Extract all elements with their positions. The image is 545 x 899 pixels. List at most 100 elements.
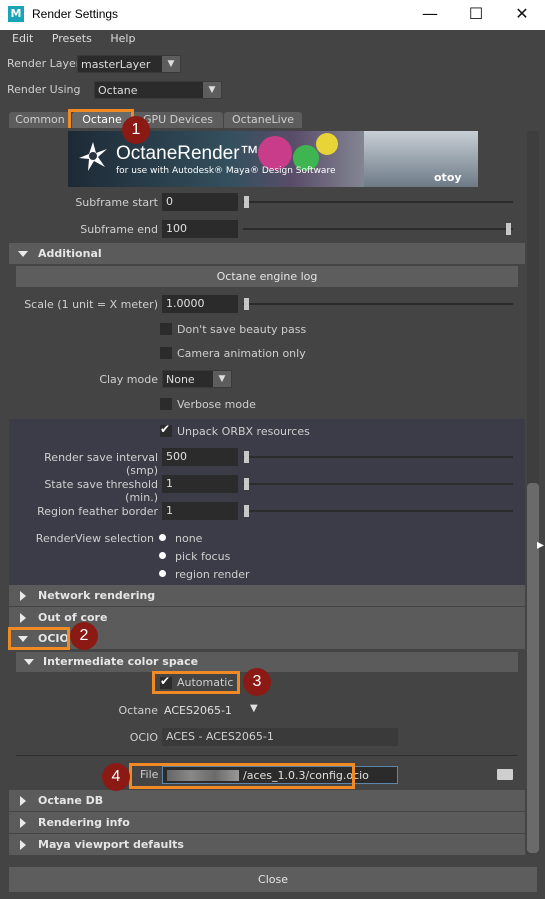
highlight-ocio bbox=[8, 627, 70, 650]
subframe-end-slider-handle[interactable] bbox=[506, 223, 511, 235]
region-feather-border-slider[interactable] bbox=[243, 510, 513, 512]
ocio-color-field[interactable]: ACES - ACES2065-1 bbox=[162, 728, 398, 746]
verbose-mode-checkbox[interactable] bbox=[160, 398, 172, 410]
render-using-dropdown[interactable]: Octane ▼ bbox=[94, 81, 222, 99]
section-intermediate-color-space[interactable]: Intermediate color space bbox=[16, 652, 518, 672]
title-bar: M Render Settings — ☐ ✕ bbox=[0, 0, 545, 30]
annotation-badge-1: 1 bbox=[122, 116, 150, 144]
radio-pick-focus-label: pick focus bbox=[175, 550, 231, 563]
scale-slider[interactable] bbox=[243, 303, 513, 305]
camera-anim-only-checkbox[interactable] bbox=[160, 347, 172, 359]
radio-none[interactable] bbox=[159, 534, 166, 541]
scale-slider-handle[interactable] bbox=[244, 298, 249, 310]
close-button[interactable]: Close bbox=[9, 867, 537, 892]
menu-edit[interactable]: Edit bbox=[12, 32, 33, 45]
clay-mode-value: None bbox=[166, 373, 195, 386]
section-rendering-info-label: Rendering info bbox=[38, 816, 130, 829]
render-layer-label: Render Layer bbox=[7, 57, 81, 70]
radio-region-render-label: region render bbox=[175, 568, 250, 581]
section-rendering-info[interactable]: Rendering info bbox=[9, 812, 525, 833]
verbose-mode-label: Verbose mode bbox=[177, 398, 256, 411]
triangle-right-icon bbox=[20, 796, 26, 806]
render-layer-value: masterLayer bbox=[81, 58, 151, 71]
render-save-interval-slider[interactable] bbox=[243, 456, 513, 458]
subframe-end-label: Subframe end bbox=[80, 223, 158, 236]
divider bbox=[16, 755, 518, 756]
triangle-right-icon bbox=[20, 818, 26, 828]
dont-save-beauty-checkbox[interactable] bbox=[160, 323, 172, 335]
region-feather-border-field[interactable]: 1 bbox=[162, 502, 238, 520]
banner-sphere-magenta bbox=[258, 136, 292, 170]
render-layer-dropdown[interactable]: masterLayer ▼ bbox=[77, 55, 181, 73]
subframe-start-slider-handle[interactable] bbox=[244, 196, 249, 208]
chevron-down-icon[interactable]: ▼ bbox=[250, 703, 258, 714]
menu-presets[interactable]: Presets bbox=[52, 32, 92, 45]
annotation-badge-2: 2 bbox=[70, 622, 98, 650]
state-save-threshold-field[interactable]: 1 bbox=[162, 475, 238, 493]
triangle-right-icon bbox=[20, 613, 26, 623]
highlight-file bbox=[129, 763, 355, 789]
camera-anim-only-label: Camera animation only bbox=[177, 347, 306, 360]
renderview-selection-label: RenderView selection bbox=[35, 532, 154, 545]
section-network-label: Network rendering bbox=[38, 589, 156, 602]
radio-region-render[interactable] bbox=[159, 570, 166, 577]
menu-bar: Edit Presets Help bbox=[0, 32, 138, 50]
triangle-down-icon bbox=[24, 659, 34, 665]
maximize-button[interactable]: ☐ bbox=[453, 0, 499, 30]
clay-mode-label: Clay mode bbox=[99, 373, 158, 386]
subframe-end-slider[interactable] bbox=[243, 228, 513, 230]
highlight-automatic bbox=[152, 671, 240, 694]
subframe-start-label: Subframe start bbox=[75, 196, 158, 209]
close-window-button[interactable]: ✕ bbox=[499, 0, 545, 30]
octane-engine-log-button[interactable]: Octane engine log bbox=[16, 266, 518, 287]
dont-save-beauty-label: Don't save beauty pass bbox=[177, 323, 307, 336]
state-save-threshold-slider[interactable] bbox=[243, 483, 513, 485]
subframe-start-slider[interactable] bbox=[243, 201, 513, 203]
octane-logo-icon bbox=[76, 139, 110, 173]
section-maya-viewport-label: Maya viewport defaults bbox=[38, 838, 184, 851]
maya-logo-icon: M bbox=[8, 6, 24, 22]
section-octane-db[interactable]: Octane DB bbox=[9, 790, 525, 811]
radio-pick-focus[interactable] bbox=[159, 552, 166, 559]
window-title: Render Settings bbox=[32, 7, 119, 21]
unpack-orbx-checkbox[interactable] bbox=[160, 422, 172, 437]
radio-none-label: none bbox=[175, 532, 203, 545]
render-save-interval-slider-handle[interactable] bbox=[244, 451, 249, 463]
minimize-button[interactable]: — bbox=[407, 0, 453, 30]
section-maya-viewport[interactable]: Maya viewport defaults bbox=[9, 834, 525, 855]
tab-common[interactable]: Common bbox=[9, 112, 71, 128]
triangle-right-icon bbox=[20, 840, 26, 850]
folder-icon[interactable] bbox=[497, 769, 513, 780]
region-feather-border-slider-handle[interactable] bbox=[244, 505, 249, 517]
render-using-value: Octane bbox=[98, 84, 138, 97]
state-save-threshold-label: State save threshold (min.) bbox=[44, 478, 158, 504]
section-out-of-core-label: Out of core bbox=[38, 611, 108, 624]
state-save-threshold-slider-handle[interactable] bbox=[244, 478, 249, 490]
octane-color-label: Octane bbox=[118, 704, 159, 717]
section-octane-db-label: Octane DB bbox=[38, 794, 104, 807]
mouse-cursor-icon: ▸ bbox=[537, 537, 545, 553]
section-network-rendering[interactable]: Network rendering bbox=[9, 585, 525, 606]
annotation-badge-3: 3 bbox=[243, 668, 271, 696]
tab-octanelive[interactable]: OctaneLive bbox=[224, 112, 302, 128]
otoy-logo: otoy bbox=[434, 171, 462, 184]
octane-color-value[interactable]: ACES2065-1 bbox=[164, 704, 232, 717]
banner-sphere-yellow bbox=[316, 133, 338, 155]
section-additional[interactable]: Additional bbox=[9, 243, 525, 264]
menu-help[interactable]: Help bbox=[110, 32, 135, 45]
subframe-end-field[interactable]: 100 bbox=[162, 220, 238, 238]
chevron-down-icon: ▼ bbox=[213, 371, 231, 387]
scale-label: Scale (1 unit = X meter) bbox=[24, 298, 158, 311]
clay-mode-dropdown[interactable]: None ▼ bbox=[162, 370, 232, 388]
section-intermediate-label: Intermediate color space bbox=[43, 655, 199, 668]
banner-subtitle: for use with Autodesk® Maya® Design Soft… bbox=[116, 166, 336, 176]
region-feather-border-label: Region feather border bbox=[37, 505, 158, 518]
annotation-badge-4: 4 bbox=[102, 763, 130, 791]
banner-title: OctaneRender™ bbox=[116, 143, 259, 164]
render-save-interval-field[interactable]: 500 bbox=[162, 448, 238, 466]
render-save-interval-label: Render save interval (smp) bbox=[44, 451, 158, 477]
subframe-start-field[interactable]: 0 bbox=[162, 193, 238, 211]
section-additional-label: Additional bbox=[38, 247, 102, 260]
scale-field[interactable]: 1.0000 bbox=[162, 295, 238, 313]
unpack-orbx-label: Unpack ORBX resources bbox=[177, 425, 310, 438]
